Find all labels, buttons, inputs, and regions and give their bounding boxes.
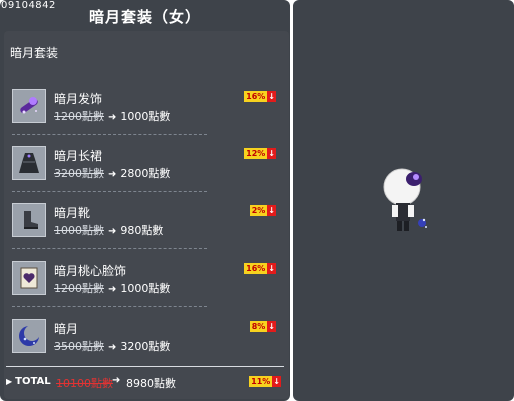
arrow-icon: ➜ [108,226,117,237]
item-name: 暗月发饰 [54,92,103,106]
total-label-text: TOTAL [15,376,51,387]
sale-price: 2800點數 [120,167,171,180]
sale-price: 980點數 [120,224,164,237]
purple-hairpin-icon [12,89,46,123]
item-price: 1200點數 ➜ 1000點數 [54,108,170,124]
arrow-icon: ➜ [108,169,117,180]
sale-price: 1000點數 [120,282,171,295]
item-name: 暗月靴 [54,206,91,220]
total-label: ▶ TOTAL [6,376,51,387]
down-arrow-icon: ↓ [267,148,276,159]
item-name: 暗月桃心脸饰 [54,264,127,278]
list-item[interactable]: 暗月靴 1000點數 ➜ 980點數 2% ↓ [12,202,282,242]
discount-percent: 8% [249,321,268,332]
original-price: 3200點數 [54,167,104,180]
divider [12,248,207,250]
down-arrow-icon: ↓ [267,321,276,332]
arrow-icon: ➜ [108,112,117,123]
discount-percent: 16% [244,91,268,102]
discount-percent: 16% [244,263,268,274]
total-sale-price: 8980點數 [126,377,176,390]
discount-percent: 12% [244,148,268,159]
list-item[interactable]: 暗月桃心脸饰 1200點數 ➜ 1000點數 16% ↓ [12,260,282,300]
item-name: 暗月 [54,322,79,336]
boot-icon [12,203,46,237]
arrow-icon: ➜ [108,342,117,353]
sale-price: 3200點數 [120,340,171,353]
discount-percent: 11% [249,376,273,387]
divider [12,191,207,193]
discount-badge: 16% ↓ [244,91,276,102]
package-subtitle: 暗月套装 [10,46,59,60]
total-original-price: 10100點數 [56,377,113,390]
item-price: 1000點數 ➜ 980點數 [54,222,163,238]
list-item[interactable]: 暗月发饰 1200點數 ➜ 1000點數 16% ↓ [12,88,282,128]
item-name: 暗月长裙 [54,149,103,163]
down-arrow-icon: ↓ [267,205,276,216]
discount-badge: 8% ↓ [249,321,276,332]
original-price: 1000點數 [54,224,104,237]
divider [12,134,207,136]
item-price: 3500點數 ➜ 3200點數 [54,338,170,354]
package-title: 暗月套装（女） [88,8,201,26]
discount-badge: 2% ↓ [249,205,276,216]
original-price: 1200點數 [54,110,104,123]
down-arrow-icon: ↓ [267,91,276,102]
item-price: 3200點數 ➜ 2800點數 [54,165,170,181]
list-item[interactable]: 暗月长裙 3200點數 ➜ 2800點數 12% ↓ [12,145,282,185]
dark-dress-icon [12,146,46,180]
arrow-icon: ➜ [112,375,121,386]
original-price: 1200點數 [54,282,104,295]
original-price: 3500點數 [54,340,104,353]
total-row: ▶ TOTAL 10100點數 ➜ 8980點數 11% ↓ [6,373,284,391]
discount-badge: 12% ↓ [244,148,276,159]
down-arrow-icon: ↓ [267,263,276,274]
discount-badge: 11% ↓ [249,376,281,387]
triangle-right-icon: ▶ [6,377,13,386]
list-item[interactable]: 暗月 3500點數 ➜ 3200點數 8% ↓ [12,318,282,358]
crescent-moon-icon [12,319,46,353]
character-avatar [378,165,438,240]
total-divider [6,366,284,367]
sale-price: 1000點數 [120,110,171,123]
divider [12,306,207,308]
arrow-icon: ➜ [108,284,117,295]
discount-badge: 16% ↓ [244,263,276,274]
discount-percent: 2% [249,205,268,216]
item-price: 1200點數 ➜ 1000點數 [54,280,170,296]
down-arrow-icon: ↓ [272,376,281,387]
heart-face-accessory-icon [12,261,46,295]
